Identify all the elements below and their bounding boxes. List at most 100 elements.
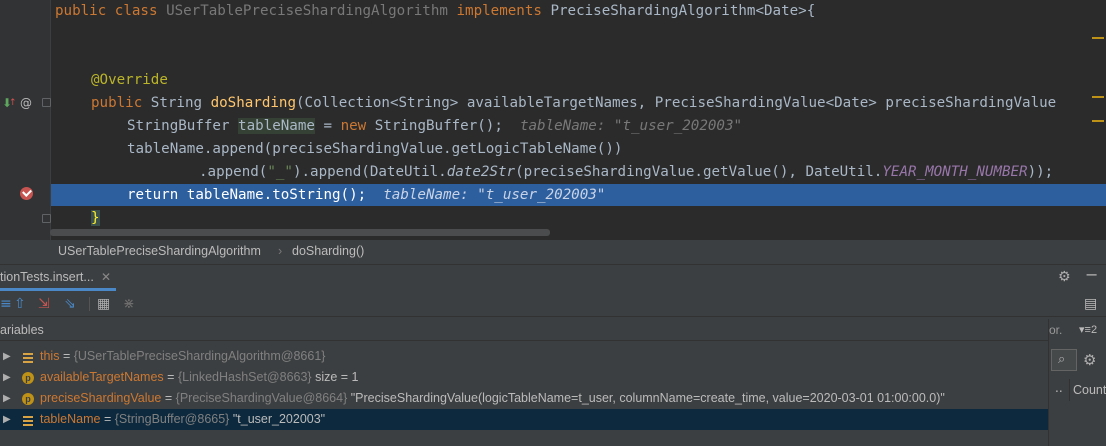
variable-name: this	[40, 349, 60, 363]
error-stripe-marker[interactable]	[1092, 96, 1104, 98]
variables-header: ariables	[0, 319, 1048, 341]
variable-name: tableName	[40, 412, 101, 426]
static-method-call: date2Str	[446, 164, 516, 180]
static-constant: YEAR_MONTH_NUMBER	[882, 164, 1028, 180]
debug-toolbar: ≡ ⇧ ⇲ ⇘ ▦ ⋇ ▤	[0, 291, 1106, 317]
toolbar-divider	[89, 297, 90, 311]
keyword-return: return	[127, 187, 179, 203]
variable-tablename: tableName	[238, 118, 315, 134]
code-line-closing-brace: }	[91, 207, 100, 230]
memory-side-panel: or. ▾≡2 ⌕ ⚙ .. Count	[1048, 319, 1106, 446]
type-stringbuffer: StringBuffer	[127, 118, 230, 134]
evaluate-expression-icon[interactable]: ▦	[97, 295, 110, 313]
debug-session-tab[interactable]: tionTests.insert... ✕	[0, 265, 116, 291]
call-args: (preciseShardingValue.getValue(), DateUt…	[515, 164, 883, 180]
variable-row[interactable]: ▶ p availableTargetNames = {LinkedHashSe…	[0, 367, 1048, 388]
gear-icon[interactable]: ⚙	[1083, 351, 1096, 369]
debug-tool-window: tionTests.insert... ✕ ⚙ − ≡ ⇧ ⇲ ⇘ ▦ ⋇ ▤ …	[0, 264, 1106, 446]
keyword-public: public	[55, 3, 107, 19]
variable-text: preciseShardingValue = {PreciseShardingV…	[40, 388, 945, 409]
code-line-annotation: @Override	[91, 69, 168, 92]
constructor-call: StringBuffer();	[374, 118, 503, 134]
field-icon	[22, 414, 34, 426]
override-annotation: @Override	[91, 72, 168, 88]
variable-value: "PreciseShardingValue(logicTableName=t_u…	[350, 391, 945, 405]
closing-brace: }	[91, 210, 100, 226]
side-panel-label: or.	[1049, 323, 1063, 337]
close-icon[interactable]: ✕	[101, 265, 111, 289]
count-column-header[interactable]: Count	[1069, 379, 1106, 401]
expand-arrow-icon[interactable]: ▶	[3, 388, 11, 409]
variable-name: preciseShardingValue	[40, 391, 162, 405]
variable-type: {LinkedHashSet@8663}	[177, 370, 312, 384]
keyword-new: new	[340, 118, 367, 134]
variable-text: availableTargetNames = {LinkedHashSet@86…	[40, 367, 359, 388]
variable-row-selected[interactable]: ▶ tableName = {StringBuffer@8665} "t_use…	[0, 409, 1048, 430]
horizontal-scrollbar[interactable]	[50, 229, 550, 236]
error-stripe-marker[interactable]	[1092, 37, 1104, 39]
param-icon: p	[22, 393, 34, 405]
step-over-icon[interactable]: ≡	[0, 295, 12, 313]
code-line-stringbuffer: StringBuffer tableName = new StringBuffe…	[127, 115, 742, 138]
breadcrumb-method[interactable]: doSharding()	[292, 240, 364, 263]
breadcrumb: USerTablePreciseShardingAlgorithm › doSh…	[0, 240, 1106, 264]
variable-type: {PreciseShardingValue@8664}	[175, 391, 348, 405]
drop-frame-icon[interactable]: ⇲	[38, 295, 50, 313]
code-line-append-1: tableName.append(preciseShardingValue.ge…	[127, 138, 622, 161]
variable-type: {USerTablePreciseShardingAlgorithm@8661}	[73, 349, 326, 363]
step-out-icon[interactable]: ⇧	[14, 295, 26, 313]
method-name: doSharding	[210, 95, 297, 111]
search-icon: ⌕	[1058, 352, 1066, 367]
trace-icon[interactable]: ⋇	[123, 295, 135, 313]
variables-title: ariables	[0, 323, 44, 337]
inline-value-hint: tableName: "t_user_202003"	[519, 118, 743, 134]
layout-settings-icon[interactable]: ▤	[1084, 295, 1097, 313]
run-to-cursor-icon[interactable]: ⇘	[64, 295, 76, 313]
fold-toggle-icon[interactable]	[42, 214, 51, 223]
variable-name: availableTargetNames	[40, 370, 164, 384]
sort-dropdown[interactable]: ▾≡2	[1079, 323, 1097, 336]
variables-tree[interactable]: ▶ this = {USerTablePreciseShardingAlgori…	[0, 345, 1048, 446]
breadcrumb-class[interactable]: USerTablePreciseShardingAlgorithm	[58, 240, 261, 263]
code-line-class-declaration: public class USerTablePreciseShardingAlg…	[55, 0, 815, 23]
fold-toggle-icon[interactable]	[42, 98, 51, 107]
class-name: USerTablePreciseShardingAlgorithm	[166, 3, 448, 19]
session-tab-label: tionTests.insert...	[0, 270, 94, 284]
editor-gutter[interactable]: ⬇ ↑ @	[0, 0, 50, 240]
variable-value: size = 1	[315, 370, 359, 384]
override-up-arrow-icon: ↑	[9, 98, 17, 108]
variable-type: {StringBuffer@8665}	[114, 412, 230, 426]
method-params: (Collection<String> availableTargetNames…	[296, 95, 1057, 111]
append-prefix: .append(	[199, 164, 268, 180]
variable-equals: =	[62, 349, 71, 363]
code-line-append-2: .append("_").append(DateUtil.date2Str(pr…	[199, 161, 1053, 184]
breadcrumb-separator-icon: ›	[278, 244, 283, 258]
string-literal: "_"	[267, 164, 293, 180]
keyword-public: public	[91, 95, 143, 111]
breakpoint-icon[interactable]	[20, 187, 33, 200]
expand-arrow-icon[interactable]: ▶	[3, 409, 11, 430]
variable-text: this = {USerTablePreciseShardingAlgorith…	[40, 346, 325, 367]
variable-row[interactable]: ▶ p preciseShardingValue = {PreciseShard…	[0, 388, 1048, 409]
variable-row[interactable]: ▶ this = {USerTablePreciseShardingAlgori…	[0, 346, 1048, 367]
gear-icon[interactable]: ⚙	[1058, 268, 1071, 286]
class-search-input[interactable]: ⌕	[1051, 349, 1077, 371]
minimize-icon[interactable]: −	[1085, 266, 1098, 284]
error-stripe-marker[interactable]	[1092, 120, 1104, 122]
inline-value-hint: tableName: "t_user_202003"	[383, 187, 606, 203]
code-editor[interactable]: ⬇ ↑ @ public class USerTablePreciseShard…	[0, 0, 1106, 240]
keyword-class: class	[114, 3, 158, 19]
assign-operator: =	[323, 118, 333, 134]
annotation-at-icon: @	[20, 96, 32, 110]
append-call: tableName.append(preciseShardingValue.ge…	[127, 141, 623, 157]
field-icon	[22, 351, 34, 363]
code-line-method-declaration: public String doSharding(Collection<Stri…	[91, 92, 1056, 115]
expand-arrow-icon[interactable]: ▶	[3, 346, 11, 367]
variable-equals: =	[164, 391, 173, 405]
more-dots: ..	[1055, 381, 1063, 395]
interface-name: PreciseShardingAlgorithm<Date>{	[550, 3, 816, 19]
debug-tab-bar: tionTests.insert... ✕ ⚙ −	[0, 265, 1106, 291]
code-line-return: return tableName.toString(); tableName: …	[127, 184, 605, 207]
variable-equals: =	[103, 412, 112, 426]
expand-arrow-icon[interactable]: ▶	[3, 367, 11, 388]
